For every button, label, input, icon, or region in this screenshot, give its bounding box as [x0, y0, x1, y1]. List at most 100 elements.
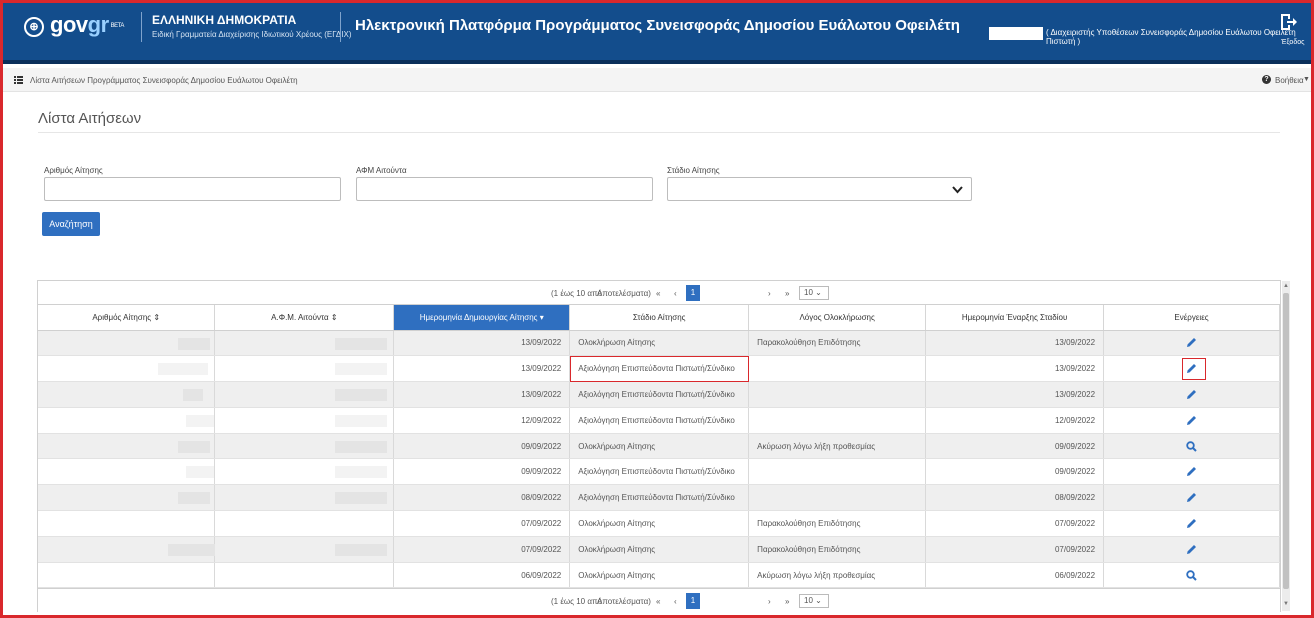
- logout-label[interactable]: Έξοδος: [1281, 39, 1305, 46]
- prev-page-button[interactable]: ‹: [674, 289, 677, 298]
- completion-reason-cell: [748, 458, 927, 486]
- edit-icon[interactable]: [1186, 466, 1197, 477]
- logout-icon[interactable]: [1278, 12, 1298, 32]
- edit-icon[interactable]: [1186, 337, 1197, 348]
- application-number-cell: [38, 510, 216, 537]
- caret-down-icon[interactable]: ▼: [1303, 76, 1310, 83]
- application-number-cell: [38, 433, 216, 460]
- next-page-button[interactable]: ›: [768, 289, 771, 298]
- stage-cell: Ολοκλήρωση Αίτησης: [569, 562, 750, 589]
- col-afm[interactable]: Α.Φ.Μ. Αιτούντα ⇕: [214, 305, 395, 331]
- redacted-value: [335, 543, 388, 556]
- next-page-button[interactable]: ›: [768, 597, 771, 606]
- table-row[interactable]: 06/09/2022 Ολοκλήρωση Αίτησης Ακύρωση λόγω…: [38, 562, 1280, 589]
- stage-cell: Αξιολόγηση Επισπεύδοντα Πιστωτή/Σύνδικο: [569, 407, 750, 434]
- table-row[interactable]: 08/09/2022 Αξιολόγηση Επισπεύδοντα Πιστωτ…: [38, 484, 1280, 512]
- paginator-summary: (1 έως 10 από: [551, 289, 602, 298]
- chevron-down-icon: [952, 186, 963, 194]
- table-row[interactable]: 12/09/2022 Αξιολόγηση Επισπεύδοντα Πιστωτ…: [38, 407, 1280, 434]
- page-size-select[interactable]: 10 ⌄: [799, 286, 829, 300]
- col-application-number[interactable]: Αριθμός Αίτησης ⇕: [38, 305, 216, 331]
- redacted-value: [186, 466, 214, 479]
- stage-cell: Αξιολόγηση Επισπεύδοντα Πιστωτή/Σύνδικο: [569, 381, 750, 408]
- col-stage-start-date[interactable]: Ημερομηνία Έναρξης Σταδίου: [925, 305, 1105, 331]
- created-date-cell: 13/09/2022: [393, 330, 571, 357]
- table-row[interactable]: 13/09/2022 Αξιολόγηση Επισπεύδοντα Πιστωτ…: [38, 355, 1280, 383]
- afm-cell: [214, 330, 395, 357]
- stage-start-date-cell: 13/09/2022: [925, 330, 1105, 357]
- org-name: ΕΛΛΗΝΙΚΗ ΔΗΜΟΚΡΑΤΙΑ: [152, 13, 297, 27]
- actions-cell: [1103, 536, 1280, 563]
- scroll-up-icon[interactable]: ▲: [1283, 283, 1289, 289]
- table-row[interactable]: 09/09/2022 Ολοκλήρωση Αίτησης Ακύρωση λόγω…: [38, 433, 1280, 460]
- completion-reason-cell: Παρακολούθηση Επιδότησης: [748, 510, 927, 537]
- stage-cell: Ολοκλήρωση Αίτησης: [569, 536, 750, 563]
- stage-select[interactable]: [667, 177, 972, 201]
- col-created-date[interactable]: Ημερομηνία Δημιουργίας Αίτησης ▾: [393, 305, 571, 331]
- created-date-cell: 12/09/2022: [393, 407, 571, 434]
- applications-grid: (1 έως 10 από Αποτελέσματα) « ‹ 1 › » 10…: [37, 280, 1281, 612]
- table-row[interactable]: 07/09/2022 Ολοκλήρωση Αίτησης Παρακολούθησ…: [38, 510, 1280, 537]
- stage-cell: Αξιολόγηση Επισπεύδοντα Πιστωτή/Σύνδικο: [569, 458, 750, 486]
- created-date-cell: 08/09/2022: [393, 484, 571, 512]
- actions-cell: [1103, 355, 1280, 383]
- last-page-button[interactable]: »: [785, 289, 789, 298]
- afm-cell: [214, 355, 395, 383]
- govgr-logo[interactable]: govgr BETA: [50, 12, 124, 38]
- page-size-select[interactable]: 10 ⌄: [799, 594, 829, 608]
- help-icon[interactable]: ?: [1262, 75, 1271, 84]
- afm-cell: [214, 536, 395, 563]
- search-button[interactable]: Αναζήτηση: [42, 212, 100, 236]
- application-number-label: Αριθμός Αίτησης: [44, 166, 103, 175]
- search-icon[interactable]: [1186, 569, 1197, 581]
- help-menu[interactable]: Βοήθεια: [1275, 76, 1304, 85]
- last-page-button[interactable]: »: [785, 597, 789, 606]
- edit-icon[interactable]: [1186, 544, 1197, 555]
- prev-page-button[interactable]: ‹: [674, 597, 677, 606]
- afm-cell: [214, 484, 395, 512]
- header-divider: [141, 12, 142, 42]
- paginator-results: Αποτελέσματα): [597, 597, 651, 606]
- redacted-value: [335, 440, 388, 453]
- stage-start-date-cell: 08/09/2022: [925, 484, 1105, 512]
- actions-cell: [1103, 407, 1280, 434]
- stage-cell: Αξιολόγηση Επισπεύδοντα Πιστωτή/Σύνδικο: [569, 355, 750, 383]
- created-date-cell: 13/09/2022: [393, 381, 571, 408]
- col-stage[interactable]: Στάδιο Αίτησης: [569, 305, 750, 331]
- stage-cell: Ολοκλήρωση Αίτησης: [569, 330, 750, 357]
- edit-icon[interactable]: [1186, 518, 1197, 529]
- applications-table: Αριθμός Αίτησης ⇕ Α.Φ.Μ. Αιτούντα ⇕ Ημερ…: [38, 305, 1280, 589]
- scroll-down-icon[interactable]: ▼: [1283, 601, 1289, 607]
- table-row[interactable]: 09/09/2022 Αξιολόγηση Επισπεύδοντα Πιστωτ…: [38, 458, 1280, 486]
- redacted-value: [168, 543, 218, 556]
- first-page-button[interactable]: «: [656, 597, 660, 606]
- first-page-button[interactable]: «: [656, 289, 660, 298]
- table-row[interactable]: 13/09/2022 Ολοκλήρωση Αίτησης Παρακολούθησ…: [38, 330, 1280, 357]
- actions-cell: [1103, 458, 1280, 486]
- application-number-cell: [38, 536, 218, 563]
- table-scrollbar[interactable]: ▲ ▼: [1282, 281, 1290, 611]
- table-row[interactable]: 13/09/2022 Αξιολόγηση Επισπεύδοντα Πιστωτ…: [38, 381, 1280, 408]
- emblem-icon: ⊕: [24, 17, 44, 37]
- breadcrumb[interactable]: Λίστα Αιτήσεων Προγράμματος Συνεισφοράς …: [30, 76, 298, 85]
- scrollbar-thumb[interactable]: [1283, 293, 1289, 589]
- current-page-button[interactable]: 1: [686, 593, 700, 609]
- redacted-value: [335, 337, 388, 350]
- table-row[interactable]: 07/09/2022 Ολοκλήρωση Αίτησης Παρακολούθησ…: [38, 536, 1280, 563]
- current-page-button[interactable]: 1: [686, 285, 700, 301]
- search-icon[interactable]: [1186, 440, 1197, 452]
- col-completion-reason[interactable]: Λόγος Ολοκλήρωσης: [748, 305, 927, 331]
- paginator-bottom: (1 έως 10 από Αποτελέσματα) « ‹ 1 › » 10…: [38, 588, 1280, 612]
- actions-cell: [1103, 484, 1280, 512]
- edit-icon[interactable]: [1186, 363, 1197, 374]
- completion-reason-cell: [748, 355, 927, 383]
- redacted-value: [335, 414, 388, 427]
- stage-cell: Αξιολόγηση Επισπεύδοντα Πιστωτή/Σύνδικο: [569, 484, 750, 512]
- edit-icon[interactable]: [1186, 492, 1197, 503]
- afm-input[interactable]: [356, 177, 653, 201]
- completion-reason-cell: Παρακολούθηση Επιδότησης: [748, 330, 927, 357]
- edit-icon[interactable]: [1186, 389, 1197, 400]
- application-number-input[interactable]: [44, 177, 341, 201]
- edit-icon[interactable]: [1186, 415, 1197, 426]
- list-menu-icon[interactable]: [14, 76, 23, 84]
